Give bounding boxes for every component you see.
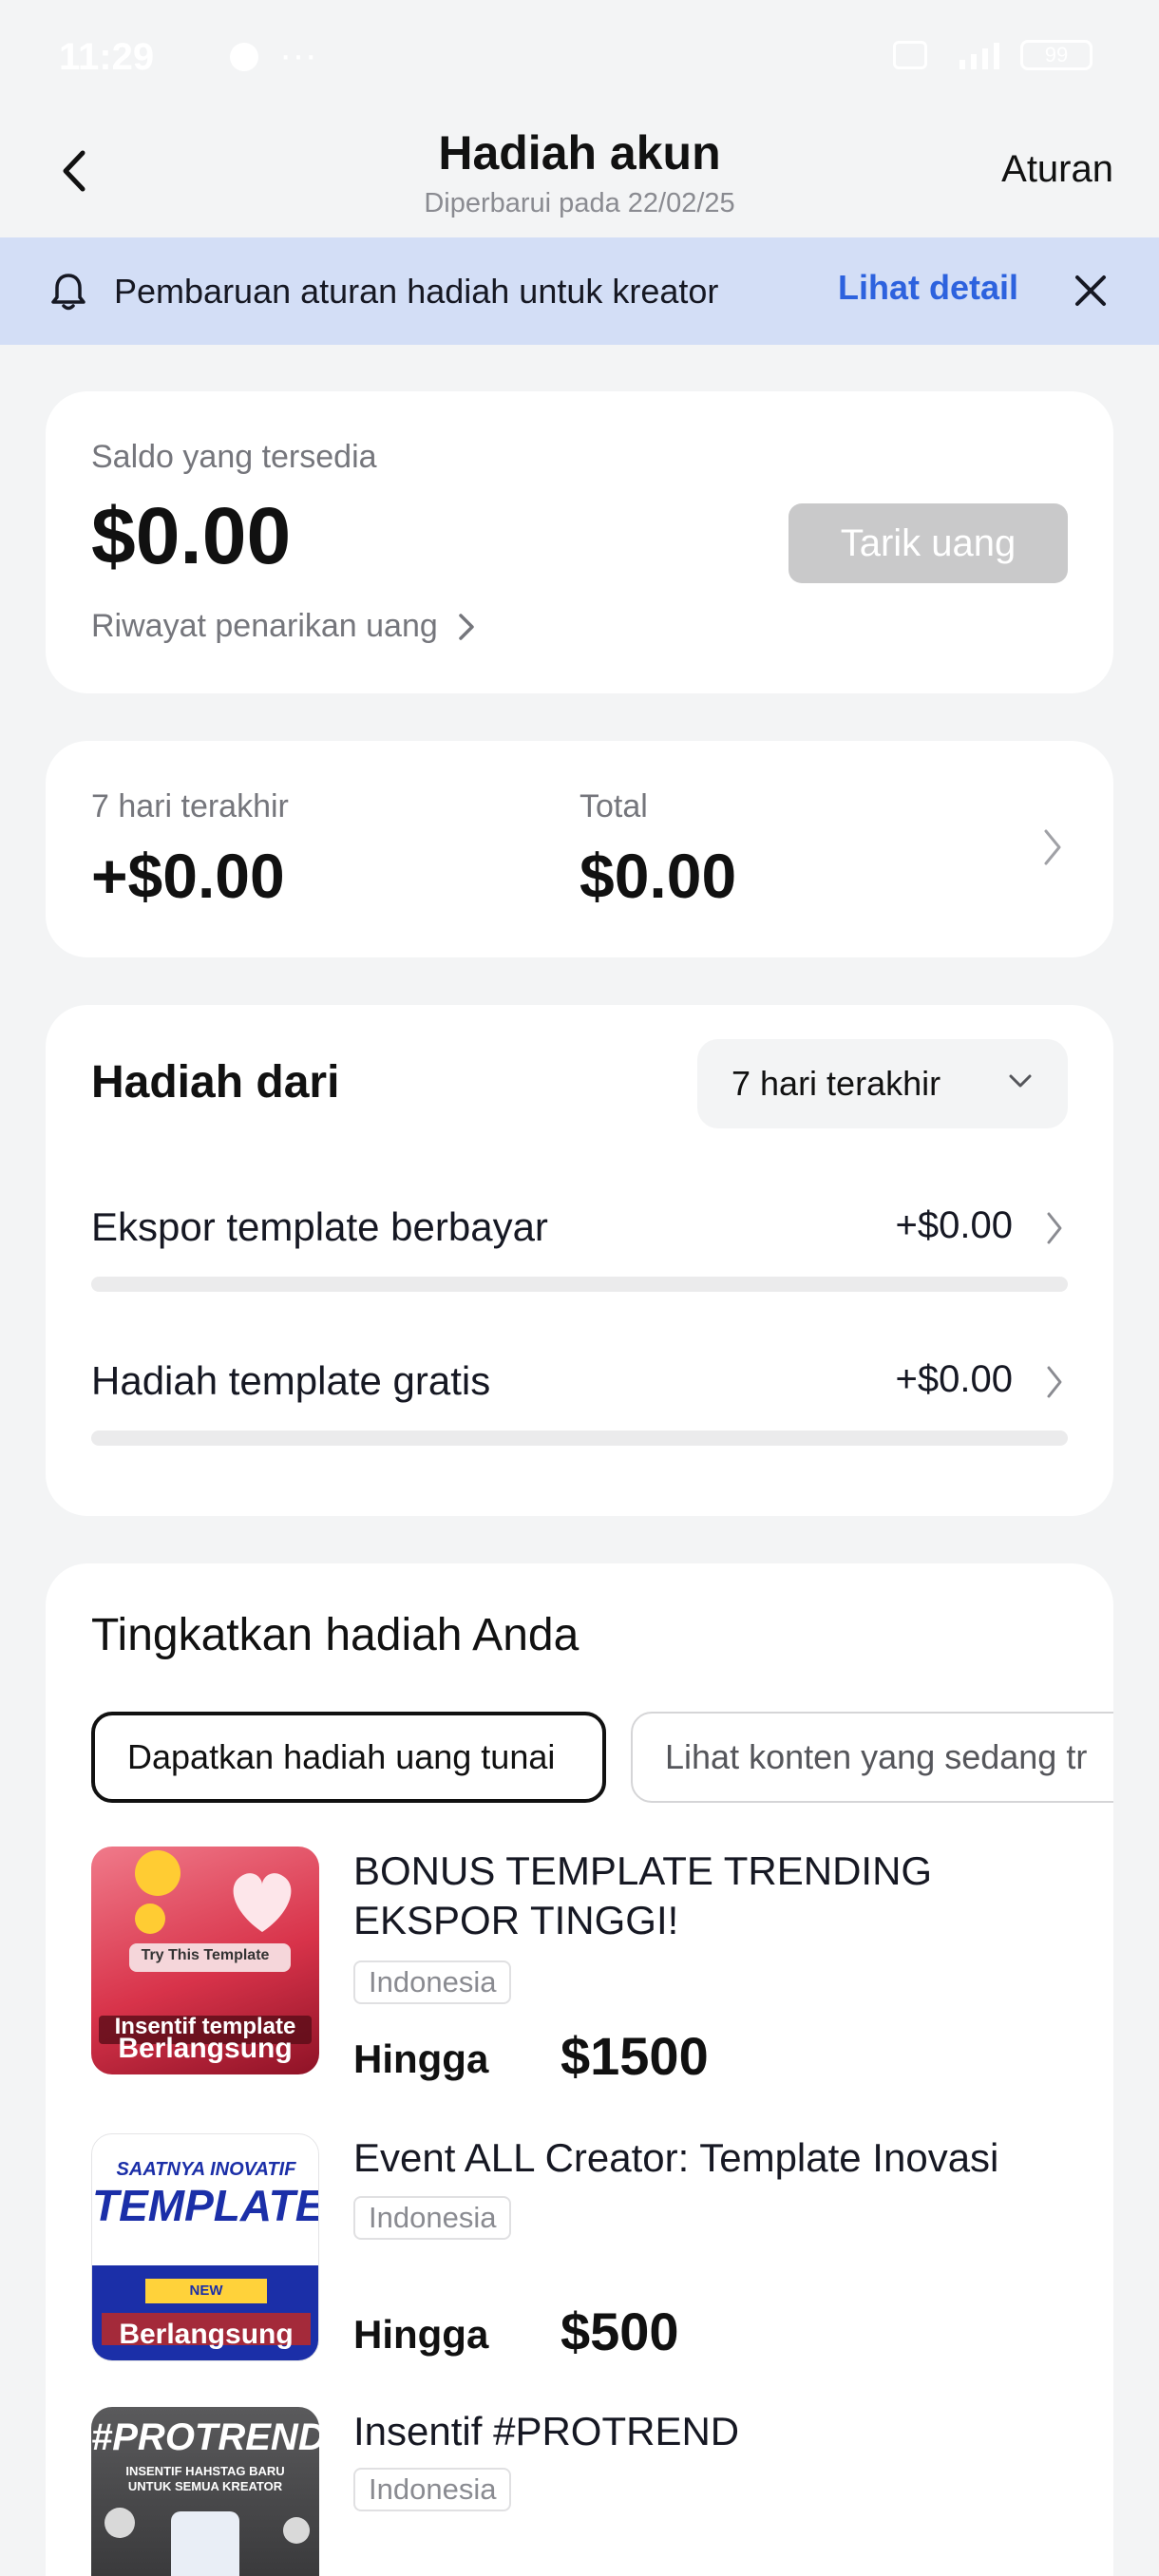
battery-icon: 99 [1020, 40, 1092, 70]
reward-amount: $1500 [560, 2026, 709, 2086]
status-icons: 99 [893, 40, 1092, 70]
page-header: Hadiah akun Diperbarui pada 22/02/25 Atu… [0, 114, 1159, 237]
banner-text: Pembaruan aturan hadiah untuk kreator [114, 272, 719, 311]
status-dots: ··· [279, 34, 317, 76]
source-progress-bar [91, 1430, 1068, 1446]
promo-title: BONUS TEMPLATE TRENDING EKSPOR TINGGI! [353, 1848, 933, 1942]
promo-title: Insentif #PROTREND [353, 2409, 740, 2453]
period-value: 7 hari terakhir [732, 1064, 941, 1103]
chevron-right-icon [1047, 1366, 1062, 1398]
notice-banner: Pembaruan aturan hadiah untuk kreator Li… [0, 237, 1159, 345]
tab-cash-rewards[interactable]: Dapatkan hadiah uang tunai [91, 1712, 606, 1803]
earnings-summary-card[interactable]: 7 hari terakhir +$0.00 Total $0.00 [46, 741, 1113, 957]
chevron-down-icon [1009, 1074, 1032, 1088]
promo-item[interactable]: Try This Template Insentif template Berl… [91, 1847, 1113, 2103]
status-live-tag: Berlangsung [119, 2319, 294, 2350]
updated-date: Diperbarui pada 22/02/25 [424, 188, 735, 218]
sim-icon [893, 41, 927, 69]
status-extra: ··· [228, 34, 317, 77]
balance-amount: $0.00 [91, 491, 292, 580]
status-live-tag: Berlangsung [118, 2033, 293, 2064]
source-row-free-template[interactable]: Hadiah template gratis +$0.00 [91, 1358, 1068, 1453]
total-label: Total [580, 788, 648, 824]
rewards-source-title: Hadiah dari [91, 1057, 340, 1108]
rules-link[interactable]: Aturan [1001, 148, 1113, 191]
thumb-heading: TEMPLATE [92, 2181, 319, 2230]
region-badge: Indonesia [353, 2196, 512, 2240]
last-7-days-value: +$0.00 [91, 841, 285, 911]
status-time: 11:29 [59, 36, 155, 78]
bell-icon [51, 274, 86, 311]
chevron-right-icon [459, 613, 474, 640]
upgrade-rewards-card: Tingkatkan hadiah Anda Dapatkan hadiah u… [46, 1563, 1113, 2576]
upgrade-tabs: Dapatkan hadiah uang tunai Lihat konten … [91, 1712, 1113, 1803]
status-check-icon [230, 43, 258, 72]
promo-title: Event ALL Creator: Template Inovasi [353, 2135, 999, 2180]
balance-label: Saldo yang tersedia [91, 439, 377, 475]
tab-trending-content[interactable]: Lihat konten yang sedang tr [631, 1712, 1113, 1803]
page-title: Hadiah akun [438, 126, 721, 180]
thumb-badge: NEW TEMPLATE... [145, 2279, 267, 2323]
withdraw-button[interactable]: Tarik uang [788, 503, 1068, 583]
source-label: Ekspor template berbayar [91, 1204, 548, 1249]
view-details-link[interactable]: Lihat detail [838, 268, 1018, 308]
upgrade-title: Tingkatkan hadiah Anda [91, 1610, 580, 1660]
last-7-days-label: 7 hari terakhir [91, 788, 289, 824]
region-badge: Indonesia [353, 2468, 512, 2511]
promo-thumbnail: #PROTREND INSENTIF HAHSTAG BARU UNTUK SE… [91, 2407, 319, 2576]
chevron-right-icon [1044, 829, 1061, 865]
balance-card: Saldo yang tersedia $0.00 Tarik uang Riw… [46, 391, 1113, 693]
reward-amount: $500 [560, 2301, 679, 2361]
upto-label: Hingga [353, 2036, 489, 2081]
promo-art [104, 2508, 310, 2576]
status-bar: 11:29 ··· 99 [0, 0, 1159, 114]
promo-thumbnail: SAATNYA INOVATIF TEMPLATE NEW TEMPLATE..… [91, 2133, 319, 2361]
total-value: $0.00 [580, 841, 737, 911]
source-value: +$0.00 [895, 1358, 1013, 1400]
thumb-caption: SAATNYA INOVATIF [116, 2159, 296, 2180]
withdrawal-history-link[interactable]: Riwayat penarikan uang [91, 608, 476, 645]
source-label: Hadiah template gratis [91, 1358, 491, 1403]
source-row-paid-export[interactable]: Ekspor template berbayar +$0.00 [91, 1204, 1068, 1299]
promo-item[interactable]: #PROTREND INSENTIF HAHSTAG BARU UNTUK SE… [91, 2407, 1113, 2576]
region-badge: Indonesia [353, 1960, 512, 2004]
source-progress-bar [91, 1277, 1068, 1292]
promo-thumbnail: Try This Template Insentif template Berl… [91, 1847, 319, 2074]
close-icon[interactable] [1070, 270, 1112, 312]
rewards-source-card: Hadiah dari 7 hari terakhir Ekspor templ… [46, 1005, 1113, 1516]
period-dropdown[interactable]: 7 hari terakhir [697, 1039, 1068, 1128]
upto-label: Hingga [353, 2312, 489, 2357]
withdrawal-history-label: Riwayat penarikan uang [91, 608, 438, 644]
promo-item[interactable]: SAATNYA INOVATIF TEMPLATE NEW TEMPLATE..… [91, 2133, 1113, 2390]
thumb-badge: Try This Template [141, 1947, 270, 1963]
chevron-right-icon [1047, 1212, 1062, 1244]
signal-icon [960, 43, 999, 69]
source-value: +$0.00 [895, 1204, 1013, 1246]
